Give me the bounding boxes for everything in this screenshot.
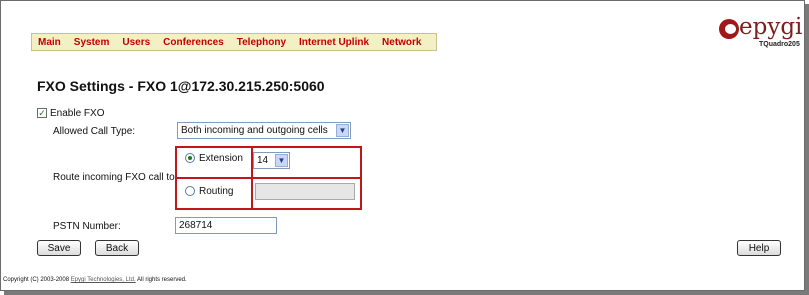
- allowed-call-type-select[interactable]: Both incoming and outgoing cells ▼: [177, 122, 351, 139]
- chevron-down-icon[interactable]: ▼: [275, 154, 288, 167]
- routing-radio[interactable]: [185, 186, 195, 196]
- nav-item-network[interactable]: Network: [382, 37, 421, 48]
- logo-model: TQuadro205: [759, 41, 800, 48]
- epygi-logo: epygi TQuadro205: [719, 11, 802, 51]
- allowed-call-type-label: Allowed Call Type:: [53, 126, 136, 137]
- save-button[interactable]: Save: [37, 240, 81, 256]
- pstn-number-label: PSTN Number:: [53, 221, 121, 232]
- nav-item-internet-uplink[interactable]: Internet Uplink: [299, 37, 369, 48]
- footer-company-link[interactable]: Epygi Technologies, Ltd.: [71, 277, 136, 283]
- nav-item-main[interactable]: Main: [38, 37, 61, 48]
- nav-item-telephony[interactable]: Telephony: [237, 37, 286, 48]
- chevron-down-icon[interactable]: ▼: [336, 124, 349, 137]
- extension-radio-label: Extension: [199, 153, 243, 164]
- extension-radio[interactable]: [185, 153, 195, 163]
- extension-select[interactable]: 14 ▼: [253, 152, 290, 169]
- top-navigation: Main System Users Conferences Telephony …: [31, 33, 437, 51]
- logo-wordmark: epygi: [739, 14, 803, 40]
- enable-fxo-label: Enable FXO: [50, 108, 105, 119]
- extension-select-value: 14: [257, 155, 269, 166]
- nav-item-system[interactable]: System: [74, 37, 110, 48]
- routing-radio-label: Routing: [199, 186, 234, 197]
- nav-item-users[interactable]: Users: [122, 37, 150, 48]
- route-incoming-label: Route incoming FXO call to:: [53, 172, 178, 183]
- page-title: FXO Settings - FXO 1@172.30.215.250:5060: [37, 78, 325, 94]
- pstn-number-input[interactable]: 268714: [175, 217, 277, 234]
- back-button[interactable]: Back: [95, 240, 139, 256]
- table-divider: [177, 177, 360, 179]
- copyright-footer: Copyright (C) 2003-2008 Epygi Technologi…: [3, 277, 187, 283]
- main-frame: Main System Users Conferences Telephony …: [0, 0, 805, 291]
- footer-suffix: All rights reserved.: [137, 277, 187, 283]
- nav-item-conferences[interactable]: Conferences: [163, 37, 224, 48]
- footer-prefix: Copyright (C) 2003-2008: [3, 277, 70, 283]
- logo-mark-icon: [719, 19, 739, 39]
- help-button[interactable]: Help: [737, 240, 781, 256]
- allowed-call-type-value: Both incoming and outgoing cells: [181, 125, 328, 136]
- routing-input[interactable]: [255, 183, 355, 200]
- enable-fxo-checkbox[interactable]: ✓: [37, 108, 47, 118]
